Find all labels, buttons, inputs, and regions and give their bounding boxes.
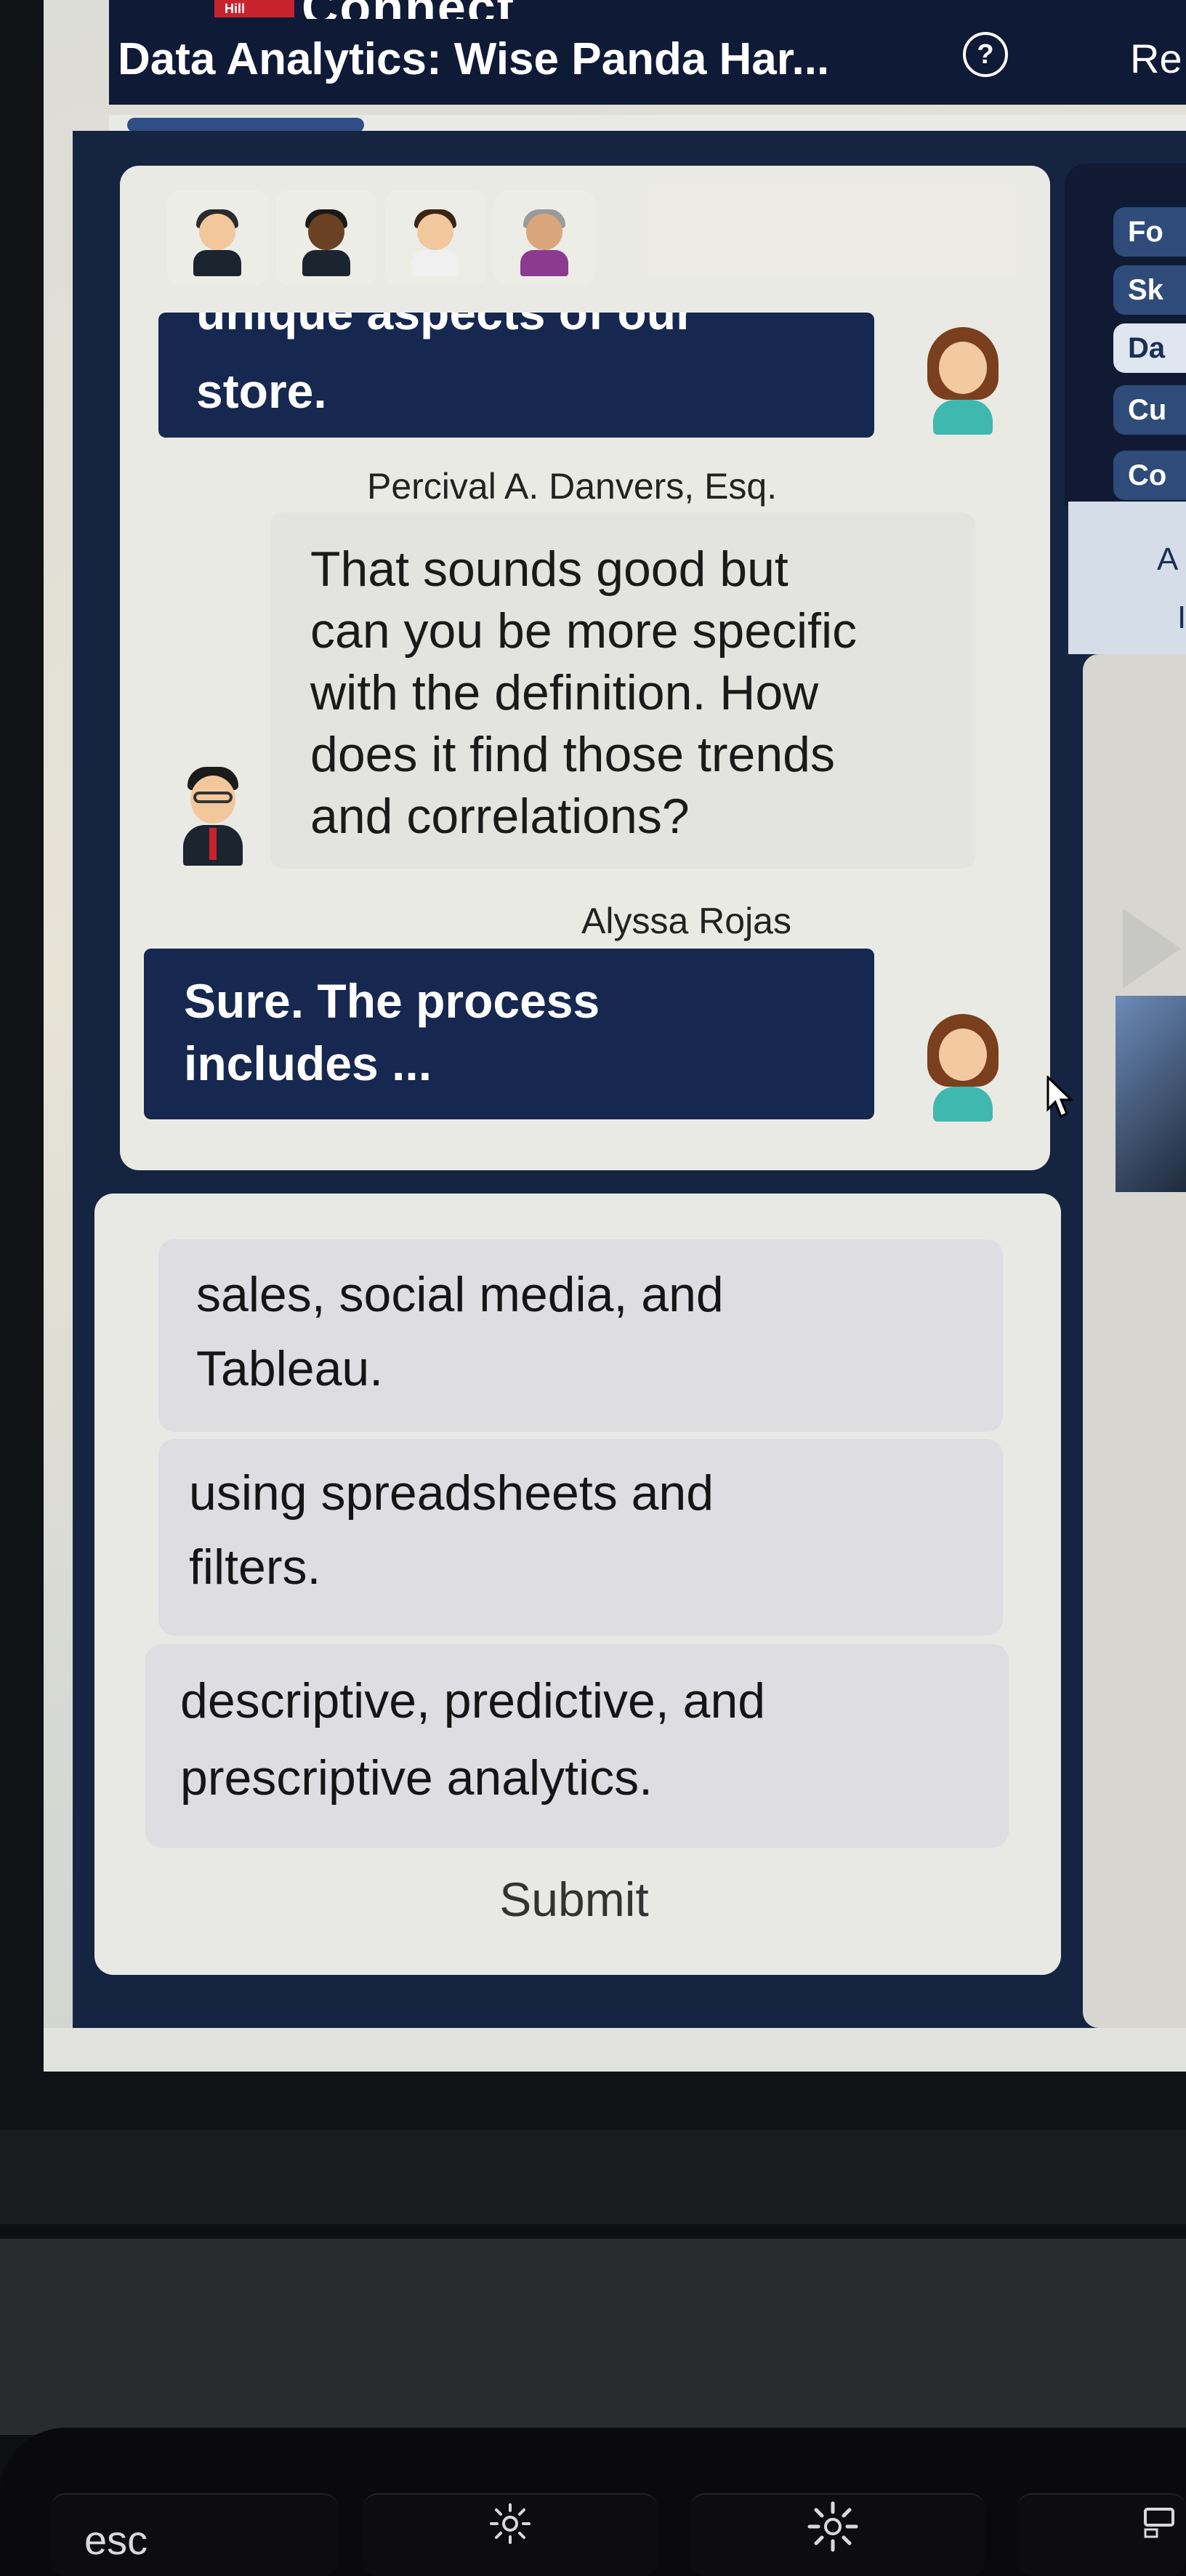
brand-badge: Hill bbox=[225, 1, 246, 16]
avatar-alyssa-rojas bbox=[923, 327, 1003, 436]
speaker-name: Percival A. Danvers, Esq. bbox=[367, 466, 778, 507]
message-line: unique aspects of our bbox=[196, 313, 695, 339]
answer-option-1[interactable]: sales, social media, and Tableau. bbox=[158, 1239, 1003, 1432]
answer-option-2[interactable]: using spreadsheets and filters. bbox=[158, 1439, 1003, 1635]
brand-logo: Hill bbox=[214, 0, 294, 17]
page-title: Data Analytics: Wise Panda Har... bbox=[118, 34, 830, 84]
avatar-percival-danvers bbox=[180, 767, 246, 869]
side-panel-content bbox=[1083, 654, 1186, 2028]
participant-avatar-4[interactable] bbox=[494, 190, 594, 285]
screen-bottom-edge bbox=[44, 2028, 1186, 2072]
answer-option-3[interactable]: descriptive, predictive, and prescriptiv… bbox=[145, 1644, 1009, 1848]
laptop-deck bbox=[0, 2239, 1186, 2435]
option-line: filters. bbox=[189, 1539, 321, 1595]
avatar-alyssa-rojas bbox=[923, 1014, 1003, 1123]
code-thumbnail[interactable] bbox=[1116, 996, 1186, 1192]
side-card-letter: A bbox=[1157, 542, 1179, 577]
option-line: sales, social media, and bbox=[196, 1267, 724, 1322]
option-line: prescriptive analytics. bbox=[180, 1750, 653, 1806]
message-line: and correlations? bbox=[310, 789, 690, 844]
mouse-cursor-icon bbox=[1046, 1076, 1074, 1119]
play-icon[interactable] bbox=[1123, 909, 1181, 989]
chat-message-3: Sure. The process includes ... bbox=[144, 949, 874, 1119]
side-tab-4[interactable]: Cu bbox=[1113, 385, 1186, 435]
side-tab-5[interactable]: Co bbox=[1113, 451, 1186, 500]
participant-avatar-2[interactable] bbox=[276, 190, 376, 285]
message-line: store. bbox=[196, 364, 327, 418]
esc-key-label: esc bbox=[84, 2517, 148, 2563]
option-line: using spreadsheets and bbox=[189, 1465, 714, 1521]
brightness-icon bbox=[490, 2503, 531, 2544]
header-right-link[interactable]: Re bbox=[1130, 35, 1182, 82]
chat-message-2: That sounds good but can you be more spe… bbox=[270, 512, 975, 869]
brightness-down-key[interactable] bbox=[363, 2493, 658, 2576]
message-line: with the definition. How bbox=[310, 665, 819, 720]
participant-avatar-1[interactable] bbox=[167, 190, 267, 285]
help-icon[interactable]: ? bbox=[963, 32, 1008, 77]
message-line: includes ... bbox=[184, 1037, 432, 1090]
side-tab-3[interactable]: Da bbox=[1113, 323, 1186, 373]
option-line: Tableau. bbox=[196, 1341, 384, 1396]
side-card-letter: I bbox=[1177, 600, 1186, 635]
participant-avatar-3[interactable] bbox=[385, 190, 485, 285]
progress-bar bbox=[127, 118, 364, 132]
mission-control-key[interactable] bbox=[1017, 2493, 1186, 2576]
top-header: Data Analytics: Wise Panda Har... ? Re bbox=[109, 19, 1186, 105]
side-tab-2[interactable]: Sk bbox=[1113, 265, 1186, 315]
chat-message-1: unique aspects of our store. bbox=[158, 313, 874, 438]
message-line: Sure. The process bbox=[184, 974, 600, 1028]
speaker-name: Alyssa Rojas bbox=[581, 901, 791, 941]
esc-key[interactable]: esc bbox=[51, 2493, 338, 2576]
message-line: can you be more specific bbox=[310, 603, 858, 659]
side-panel-card: A I bbox=[1068, 502, 1186, 654]
option-line: descriptive, predictive, and bbox=[180, 1673, 766, 1728]
submit-button[interactable]: Submit bbox=[425, 1872, 723, 1927]
laptop-hinge bbox=[0, 2130, 1186, 2224]
brightness-icon bbox=[807, 2501, 858, 2552]
side-tab-1[interactable]: Fo bbox=[1113, 207, 1186, 257]
mission-control-icon bbox=[1144, 2508, 1174, 2538]
message-line: That sounds good but bbox=[310, 542, 788, 597]
brightness-up-key[interactable] bbox=[690, 2493, 985, 2576]
message-line: does it find those trends bbox=[310, 727, 836, 782]
